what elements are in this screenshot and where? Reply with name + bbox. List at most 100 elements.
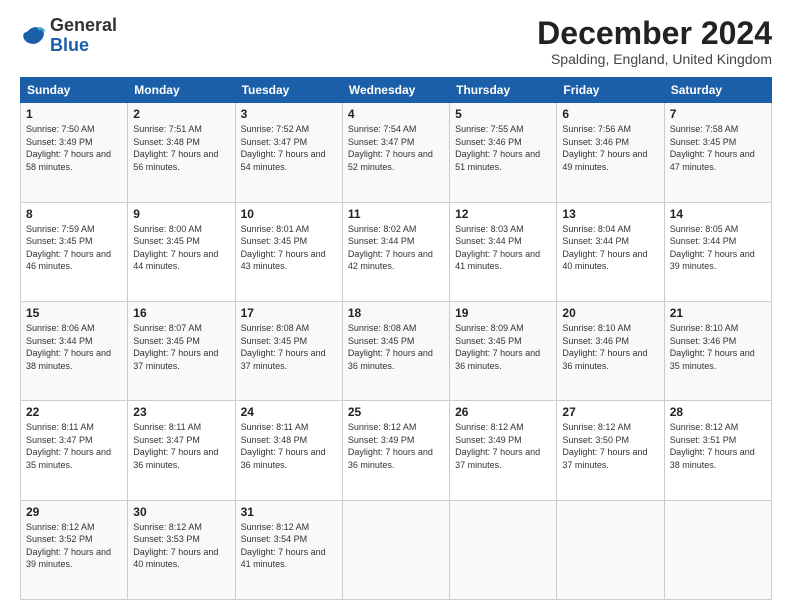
calendar-cell: 26 Sunrise: 8:12 AM Sunset: 3:49 PM Dayli… [450, 401, 557, 500]
calendar-cell [450, 500, 557, 599]
calendar-week-row: 29Sunrise: 8:12 AM Sunset: 3:52 PM Dayli… [21, 500, 772, 599]
calendar-cell [557, 500, 664, 599]
logo: General Blue [20, 16, 117, 56]
cell-info: Sunrise: 8:02 AM Sunset: 3:44 PM Dayligh… [348, 223, 444, 273]
day-number: 22 [26, 405, 122, 419]
day-number: 12 [455, 207, 551, 221]
weekday-header-saturday: Saturday [664, 78, 771, 103]
calendar-cell: 19 Sunrise: 8:09 AM Sunset: 3:45 PM Dayli… [450, 301, 557, 400]
calendar-cell: 23 Sunrise: 8:11 AM Sunset: 3:47 PM Dayli… [128, 401, 235, 500]
calendar-cell: 12 Sunrise: 8:03 AM Sunset: 3:44 PM Dayli… [450, 202, 557, 301]
calendar-page: General Blue December 2024 Spalding, Eng… [0, 0, 792, 612]
logo-line1: General [50, 16, 117, 36]
day-number: 29 [26, 505, 122, 519]
day-number: 10 [241, 207, 337, 221]
calendar-cell: 11 Sunrise: 8:02 AM Sunset: 3:44 PM Dayli… [342, 202, 449, 301]
day-number: 11 [348, 207, 444, 221]
day-number: 14 [670, 207, 766, 221]
weekday-header-sunday: Sunday [21, 78, 128, 103]
calendar-week-row: 1 Sunrise: 7:50 AM Sunset: 3:49 PM Daylig… [21, 103, 772, 202]
day-number: 24 [241, 405, 337, 419]
calendar-cell: 13 Sunrise: 8:04 AM Sunset: 3:44 PM Dayli… [557, 202, 664, 301]
calendar-cell: 18 Sunrise: 8:08 AM Sunset: 3:45 PM Dayli… [342, 301, 449, 400]
cell-info: Sunrise: 7:51 AM Sunset: 3:48 PM Dayligh… [133, 123, 229, 173]
calendar-cell: 16Sunrise: 8:07 AM Sunset: 3:45 PM Dayli… [128, 301, 235, 400]
calendar-cell: 6 Sunrise: 7:56 AM Sunset: 3:46 PM Daylig… [557, 103, 664, 202]
cell-info: Sunrise: 8:07 AM Sunset: 3:45 PM Dayligh… [133, 322, 229, 372]
calendar-cell: 15 Sunrise: 8:06 AM Sunset: 3:44 PM Dayli… [21, 301, 128, 400]
cell-info: Sunrise: 8:12 AM Sunset: 3:53 PM Dayligh… [133, 521, 229, 571]
cell-info: Sunrise: 7:52 AM Sunset: 3:47 PM Dayligh… [241, 123, 337, 173]
cell-info: Sunrise: 8:00 AM Sunset: 3:45 PM Dayligh… [133, 223, 229, 273]
day-number: 20 [562, 306, 658, 320]
calendar-body: 1 Sunrise: 7:50 AM Sunset: 3:49 PM Daylig… [21, 103, 772, 600]
month-title: December 2024 [537, 16, 772, 51]
day-number: 6 [562, 107, 658, 121]
day-number: 31 [241, 505, 337, 519]
cell-info: Sunrise: 8:01 AM Sunset: 3:45 PM Dayligh… [241, 223, 337, 273]
cell-info: Sunrise: 8:10 AM Sunset: 3:46 PM Dayligh… [670, 322, 766, 372]
calendar-cell: 30 Sunrise: 8:12 AM Sunset: 3:53 PM Dayli… [128, 500, 235, 599]
day-number: 28 [670, 405, 766, 419]
calendar-cell: 20Sunrise: 8:10 AM Sunset: 3:46 PM Dayli… [557, 301, 664, 400]
cell-info: Sunrise: 8:12 AM Sunset: 3:54 PM Dayligh… [241, 521, 337, 571]
day-number: 18 [348, 306, 444, 320]
day-number: 26 [455, 405, 551, 419]
logo-icon [20, 22, 48, 50]
calendar-cell: 17 Sunrise: 8:08 AM Sunset: 3:45 PM Dayli… [235, 301, 342, 400]
calendar-cell: 14 Sunrise: 8:05 AM Sunset: 3:44 PM Dayli… [664, 202, 771, 301]
calendar-cell: 1 Sunrise: 7:50 AM Sunset: 3:49 PM Daylig… [21, 103, 128, 202]
weekday-header-tuesday: Tuesday [235, 78, 342, 103]
title-section: December 2024 Spalding, England, United … [537, 16, 772, 67]
cell-info: Sunrise: 8:05 AM Sunset: 3:44 PM Dayligh… [670, 223, 766, 273]
cell-info: Sunrise: 8:12 AM Sunset: 3:49 PM Dayligh… [348, 421, 444, 471]
weekday-header-wednesday: Wednesday [342, 78, 449, 103]
cell-info: Sunrise: 8:06 AM Sunset: 3:44 PM Dayligh… [26, 322, 122, 372]
day-number: 2 [133, 107, 229, 121]
cell-info: Sunrise: 8:11 AM Sunset: 3:47 PM Dayligh… [133, 421, 229, 471]
cell-info: Sunrise: 8:11 AM Sunset: 3:48 PM Dayligh… [241, 421, 337, 471]
day-number: 27 [562, 405, 658, 419]
cell-info: Sunrise: 7:56 AM Sunset: 3:46 PM Dayligh… [562, 123, 658, 173]
calendar-table: SundayMondayTuesdayWednesdayThursdayFrid… [20, 77, 772, 600]
day-number: 8 [26, 207, 122, 221]
weekday-header-monday: Monday [128, 78, 235, 103]
calendar-cell [342, 500, 449, 599]
cell-info: Sunrise: 7:59 AM Sunset: 3:45 PM Dayligh… [26, 223, 122, 273]
day-number: 4 [348, 107, 444, 121]
cell-info: Sunrise: 8:09 AM Sunset: 3:45 PM Dayligh… [455, 322, 551, 372]
calendar-cell: 5 Sunrise: 7:55 AM Sunset: 3:46 PM Daylig… [450, 103, 557, 202]
day-number: 5 [455, 107, 551, 121]
day-number: 23 [133, 405, 229, 419]
calendar-cell: 9Sunrise: 8:00 AM Sunset: 3:45 PM Daylig… [128, 202, 235, 301]
calendar-week-row: 8 Sunrise: 7:59 AM Sunset: 3:45 PM Daylig… [21, 202, 772, 301]
calendar-cell: 7Sunrise: 7:58 AM Sunset: 3:45 PM Daylig… [664, 103, 771, 202]
day-number: 19 [455, 306, 551, 320]
calendar-cell: 31 Sunrise: 8:12 AM Sunset: 3:54 PM Dayli… [235, 500, 342, 599]
day-number: 21 [670, 306, 766, 320]
cell-info: Sunrise: 7:58 AM Sunset: 3:45 PM Dayligh… [670, 123, 766, 173]
cell-info: Sunrise: 8:12 AM Sunset: 3:51 PM Dayligh… [670, 421, 766, 471]
logo-line2: Blue [50, 36, 117, 56]
cell-info: Sunrise: 7:55 AM Sunset: 3:46 PM Dayligh… [455, 123, 551, 173]
cell-info: Sunrise: 8:03 AM Sunset: 3:44 PM Dayligh… [455, 223, 551, 273]
cell-info: Sunrise: 7:50 AM Sunset: 3:49 PM Dayligh… [26, 123, 122, 173]
cell-info: Sunrise: 8:12 AM Sunset: 3:50 PM Dayligh… [562, 421, 658, 471]
weekday-header-friday: Friday [557, 78, 664, 103]
location: Spalding, England, United Kingdom [537, 51, 772, 67]
calendar-cell: 22 Sunrise: 8:11 AM Sunset: 3:47 PM Dayli… [21, 401, 128, 500]
weekday-row: SundayMondayTuesdayWednesdayThursdayFrid… [21, 78, 772, 103]
cell-info: Sunrise: 8:04 AM Sunset: 3:44 PM Dayligh… [562, 223, 658, 273]
day-number: 1 [26, 107, 122, 121]
day-number: 13 [562, 207, 658, 221]
calendar-cell: 24 Sunrise: 8:11 AM Sunset: 3:48 PM Dayli… [235, 401, 342, 500]
day-number: 15 [26, 306, 122, 320]
cell-info: Sunrise: 8:12 AM Sunset: 3:49 PM Dayligh… [455, 421, 551, 471]
cell-info: Sunrise: 8:08 AM Sunset: 3:45 PM Dayligh… [241, 322, 337, 372]
cell-info: Sunrise: 8:11 AM Sunset: 3:47 PM Dayligh… [26, 421, 122, 471]
cell-info: Sunrise: 8:08 AM Sunset: 3:45 PM Dayligh… [348, 322, 444, 372]
calendar-cell: 4Sunrise: 7:54 AM Sunset: 3:47 PM Daylig… [342, 103, 449, 202]
day-number: 17 [241, 306, 337, 320]
day-number: 30 [133, 505, 229, 519]
calendar-header: SundayMondayTuesdayWednesdayThursdayFrid… [21, 78, 772, 103]
